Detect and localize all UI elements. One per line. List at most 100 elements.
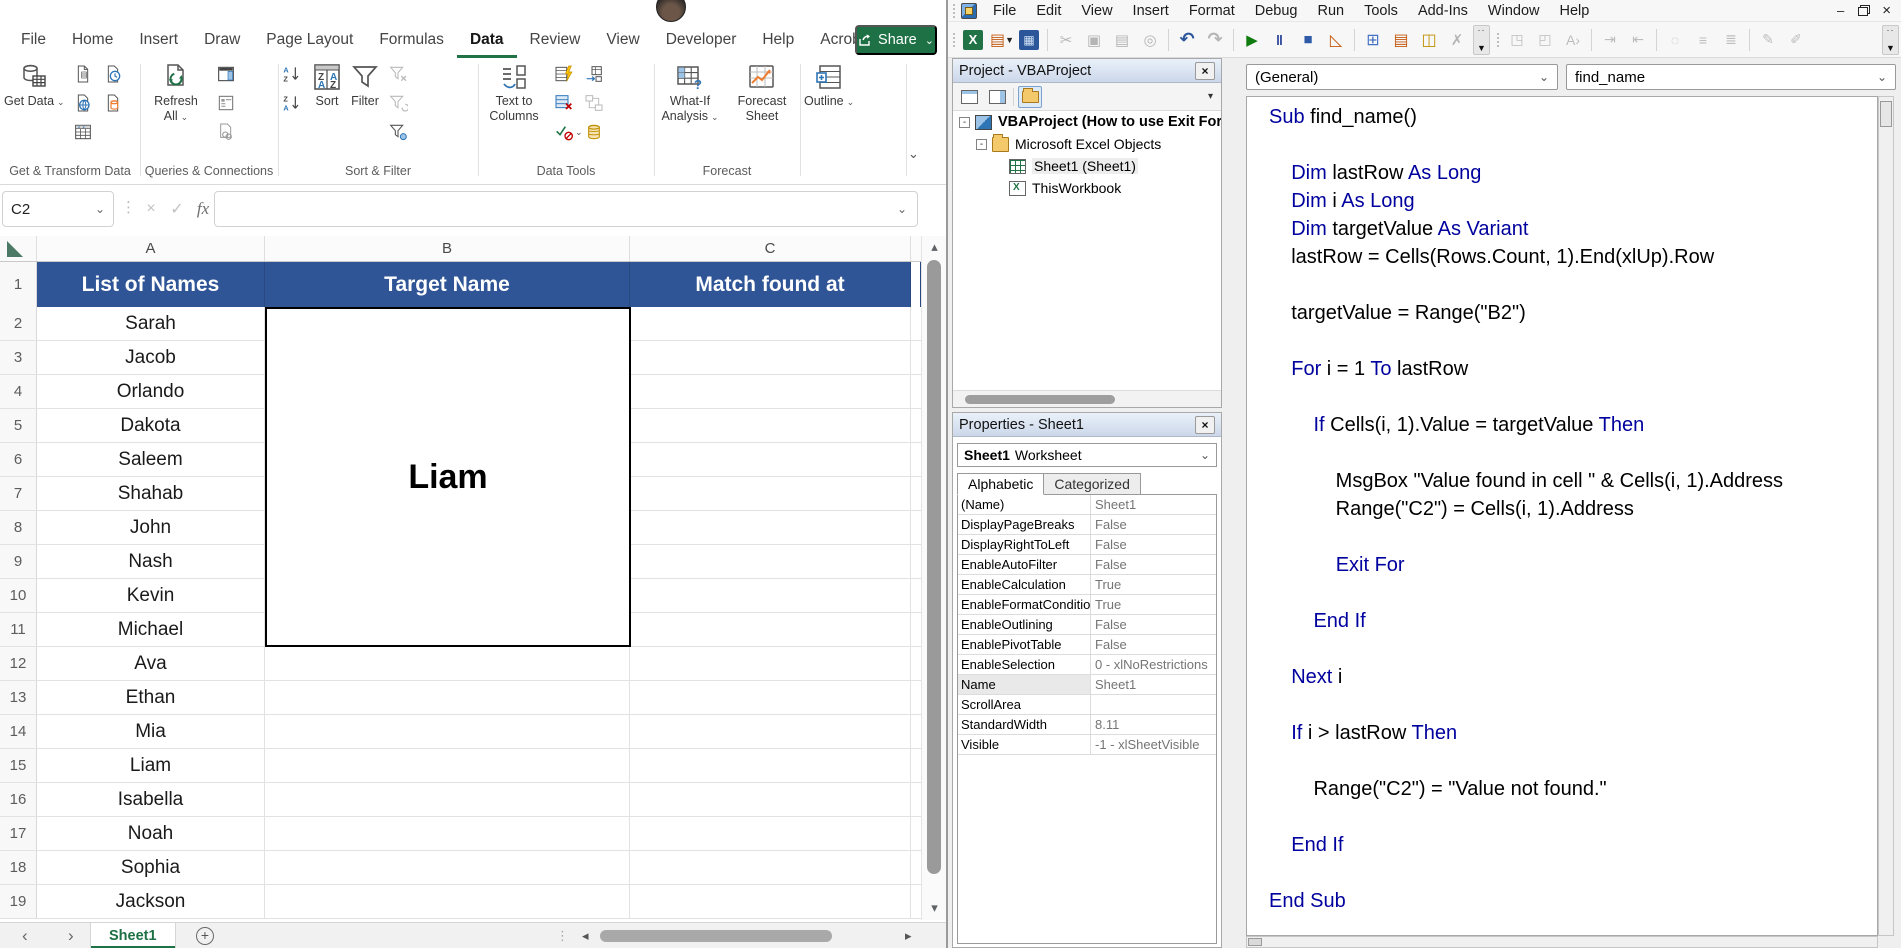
scroll-up-icon[interactable]: ▴: [922, 239, 947, 255]
edit-toolbar-drag-handle[interactable]: [1496, 32, 1500, 48]
vertical-scrollbar[interactable]: ▴ ▾: [921, 236, 946, 920]
row-number-11[interactable]: 11: [0, 613, 37, 646]
property-row[interactable]: EnableFormatConditionTrue: [958, 595, 1216, 615]
outdent-icon[interactable]: ⇤: [1625, 27, 1651, 53]
reapply-filter-button[interactable]: [388, 93, 410, 113]
vba-menu-file[interactable]: File: [983, 0, 1026, 22]
list-constants-icon[interactable]: ◰: [1532, 27, 1558, 53]
match-cell[interactable]: [630, 375, 911, 408]
recent-sources-button[interactable]: [103, 64, 125, 84]
column-header-c[interactable]: C: [630, 236, 911, 261]
match-cell[interactable]: [630, 817, 911, 850]
ribbon-tab-data[interactable]: Data: [457, 22, 517, 58]
outline-button[interactable]: Outline⌄: [804, 60, 854, 110]
row-number-7[interactable]: 7: [0, 477, 37, 510]
row-number-13[interactable]: 13: [0, 681, 37, 714]
copy-icon[interactable]: ▣: [1081, 27, 1107, 53]
tree-expander-icon[interactable]: -: [959, 117, 970, 128]
project-tree-item[interactable]: ThisWorkbook: [953, 177, 1221, 199]
merged-target-cell[interactable]: Liam: [265, 307, 631, 647]
insert-function-icon[interactable]: fx: [190, 191, 216, 227]
flash-fill-button[interactable]: [554, 64, 576, 84]
prev-sheet-icon[interactable]: ‹: [22, 923, 28, 948]
name-cell[interactable]: Sarah: [37, 307, 265, 340]
complete-word-icon[interactable]: A›: [1560, 27, 1586, 53]
name-cell[interactable]: Shahab: [37, 477, 265, 510]
name-cell[interactable]: Sophia: [37, 851, 265, 884]
property-row[interactable]: ScrollArea: [958, 695, 1216, 715]
ribbon-tab-review[interactable]: Review: [517, 22, 594, 58]
close-button[interactable]: ×: [1882, 3, 1891, 18]
save-icon[interactable]: ▦: [1016, 27, 1042, 53]
target-cell[interactable]: [265, 681, 630, 714]
name-cell[interactable]: John: [37, 511, 265, 544]
ribbon-tab-home[interactable]: Home: [59, 22, 126, 58]
row-number-14[interactable]: 14: [0, 715, 37, 748]
scroll-down-icon[interactable]: ▾: [922, 900, 947, 916]
vba-menu-tools[interactable]: Tools: [1354, 0, 1408, 22]
column-header-a[interactable]: A: [37, 236, 265, 261]
property-value[interactable]: False: [1091, 535, 1216, 554]
code-split-handle[interactable]: [1248, 938, 1262, 946]
code-horizontal-scrollbar[interactable]: [1246, 936, 1878, 948]
target-cell[interactable]: [265, 885, 630, 918]
target-cell[interactable]: [265, 647, 630, 680]
project-tree-item[interactable]: Sheet1 (Sheet1): [953, 155, 1221, 177]
properties-panel-titlebar[interactable]: Properties - Sheet1 ×: [953, 413, 1221, 437]
run-icon[interactable]: ▶: [1239, 27, 1265, 53]
name-cell[interactable]: Ava: [37, 647, 265, 680]
row-number-9[interactable]: 9: [0, 545, 37, 578]
data-validation-button[interactable]: ⌄: [554, 122, 576, 142]
vba-menu-window[interactable]: Window: [1478, 0, 1550, 22]
name-cell[interactable]: Liam: [37, 749, 265, 782]
from-web-button[interactable]: [73, 93, 95, 113]
row-number-2[interactable]: 2: [0, 307, 37, 340]
property-row[interactable]: StandardWidth8.11: [958, 715, 1216, 735]
toolbox-icon[interactable]: ✗: [1444, 27, 1470, 53]
property-value[interactable]: False: [1091, 515, 1216, 534]
property-value[interactable]: -1 - xlSheetVisible: [1091, 735, 1216, 754]
property-value[interactable]: [1091, 695, 1216, 714]
project-explorer-icon[interactable]: ⊞: [1360, 27, 1386, 53]
ribbon-tab-insert[interactable]: Insert: [126, 22, 191, 58]
remove-duplicates-button[interactable]: [554, 93, 576, 113]
manage-data-model-button[interactable]: [584, 122, 606, 142]
match-cell[interactable]: [630, 681, 911, 714]
header-cell-2[interactable]: Match found at: [630, 262, 911, 307]
match-cell[interactable]: [630, 545, 911, 578]
name-cell[interactable]: Noah: [37, 817, 265, 850]
ribbon-tab-developer[interactable]: Developer: [653, 22, 750, 58]
formula-bar-handle-icon[interactable]: ⋮: [121, 198, 136, 216]
property-row[interactable]: EnableAutoFilterFalse: [958, 555, 1216, 575]
undo-icon[interactable]: ↶: [1174, 27, 1200, 53]
ribbon-tab-file[interactable]: File: [8, 22, 59, 58]
property-row[interactable]: Visible-1 - xlSheetVisible: [958, 735, 1216, 755]
get-data-button[interactable]: Get Data⌄: [4, 60, 65, 110]
comment-block-icon[interactable]: ◌: [1662, 27, 1688, 53]
cut-icon[interactable]: ✂: [1053, 27, 1079, 53]
filter-button[interactable]: Filter: [350, 60, 380, 109]
text-to-columns-button[interactable]: Text to Columns: [482, 60, 546, 124]
target-cell[interactable]: [265, 749, 630, 782]
vba-menu-format[interactable]: Format: [1179, 0, 1245, 22]
queries-connections-button[interactable]: [216, 64, 238, 84]
row-number-17[interactable]: 17: [0, 817, 37, 850]
match-cell[interactable]: [630, 477, 911, 510]
property-row[interactable]: EnableSelection0 - xlNoRestrictions: [958, 655, 1216, 675]
match-cell[interactable]: [630, 511, 911, 544]
project-hscrollbar-thumb[interactable]: [965, 395, 1115, 404]
user-avatar[interactable]: [656, 0, 686, 22]
match-cell[interactable]: [630, 647, 911, 680]
property-row[interactable]: EnableOutliningFalse: [958, 615, 1216, 635]
property-row[interactable]: DisplayRightToLeftFalse: [958, 535, 1216, 555]
edit-links-button[interactable]: [216, 122, 238, 142]
formula-bar-input[interactable]: ⌄: [214, 191, 918, 227]
sheet-tab-sheet1[interactable]: Sheet1: [90, 923, 176, 948]
vba-menu-insert[interactable]: Insert: [1123, 0, 1179, 22]
break-icon[interactable]: ‖: [1267, 27, 1293, 53]
property-value[interactable]: False: [1091, 615, 1216, 634]
close-project-panel-button[interactable]: ×: [1195, 62, 1215, 80]
column-header-b[interactable]: B: [265, 236, 630, 261]
sort-button[interactable]: ZAAZSort: [312, 60, 342, 109]
header-cell-1[interactable]: Target Name: [265, 262, 630, 307]
